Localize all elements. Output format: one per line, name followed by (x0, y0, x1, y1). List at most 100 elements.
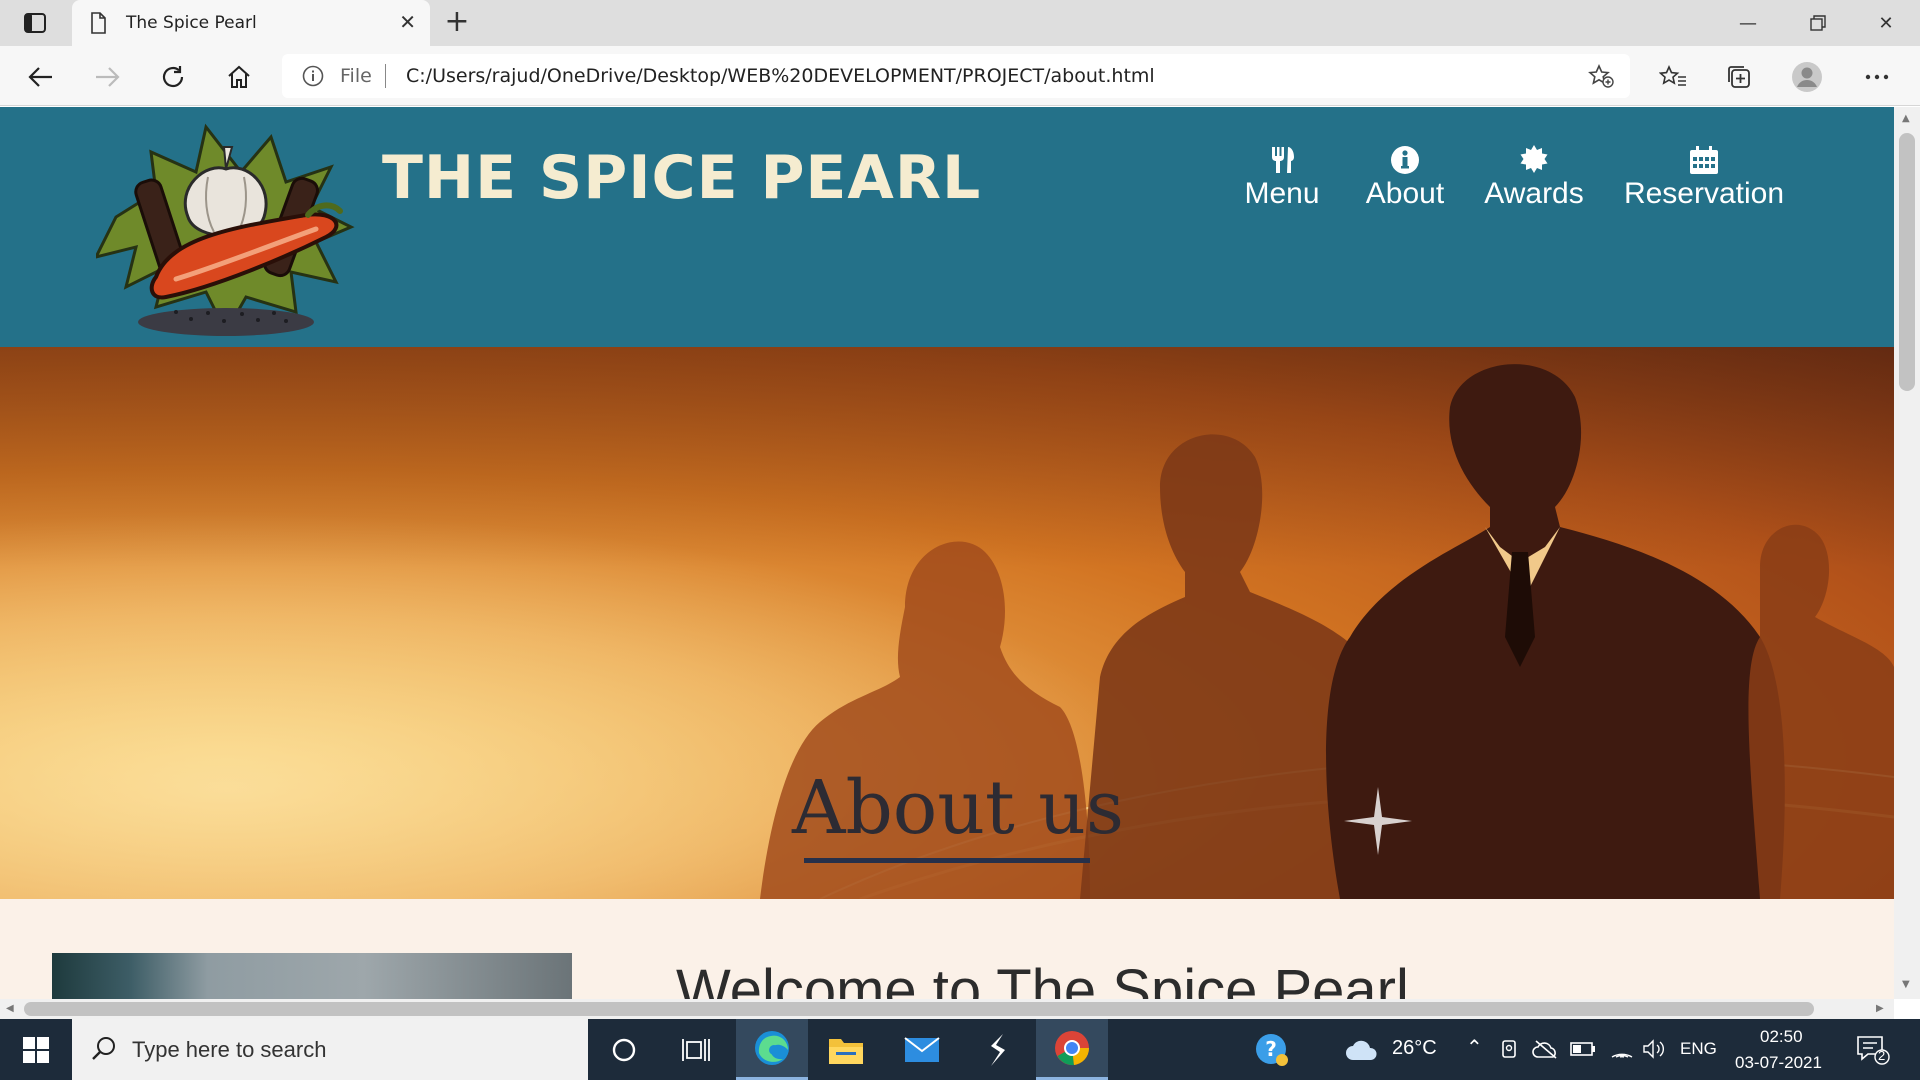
favorites-button[interactable] (1656, 60, 1690, 94)
chrome-icon (1055, 1031, 1090, 1066)
spice-logo[interactable] (96, 107, 356, 339)
forward-button[interactable] (90, 60, 124, 94)
home-button[interactable] (222, 60, 256, 94)
onedrive-icon[interactable] (1532, 1039, 1560, 1059)
cortana-icon (612, 1038, 636, 1061)
vertical-scroll-thumb[interactable] (1899, 133, 1915, 391)
nav-label-menu: Menu (1244, 177, 1320, 210)
scroll-down-arrow-icon[interactable]: ▼ (1902, 979, 1910, 990)
utensils-icon (1272, 147, 1294, 173)
calendar-icon (1690, 146, 1718, 174)
svg-text:?: ? (1265, 1037, 1277, 1061)
more-icon (1865, 74, 1889, 80)
clock-time[interactable]: 02:50 (1760, 1027, 1803, 1047)
address-bar[interactable]: File C:/Users/rajud/OneDrive/Desktop/WEB… (282, 54, 1630, 98)
tab-actions-button[interactable] (14, 8, 56, 38)
start-button[interactable] (0, 1019, 72, 1080)
back-arrow-icon (28, 67, 52, 87)
browser-toolbar: File C:/Users/rajud/OneDrive/Desktop/WEB… (0, 46, 1920, 106)
new-tab-button[interactable]: + (442, 7, 472, 38)
clock-date[interactable]: 03-07-2021 (1735, 1053, 1822, 1073)
windows-taskbar: Type here to search ? 26°C ⌃ ENG 02:50 0… (0, 1019, 1920, 1080)
mail-button[interactable] (886, 1019, 958, 1080)
refresh-button[interactable] (156, 60, 190, 94)
nav-menu[interactable]: Menu (1238, 143, 1326, 211)
sublime-icon (991, 1033, 1005, 1066)
restore-icon (1810, 15, 1826, 31)
weather-widget[interactable] (1342, 1019, 1382, 1080)
task-view-icon (682, 1038, 710, 1061)
close-tab-icon[interactable]: ✕ (399, 12, 416, 32)
windows-logo-icon (23, 1036, 49, 1063)
page-icon (91, 12, 106, 34)
nav-label-about: About (1365, 177, 1445, 210)
nav-label-reservation: Reservation (1623, 177, 1785, 210)
help-button[interactable]: ? (1252, 1019, 1292, 1080)
show-hidden-icons-icon[interactable]: ⌃ (1466, 1035, 1483, 1060)
settings-more-button[interactable] (1860, 60, 1894, 94)
vertical-scrollbar[interactable]: ▲ ▼ (1894, 107, 1920, 999)
volume-icon[interactable] (1642, 1039, 1666, 1059)
profile-button[interactable] (1790, 60, 1824, 94)
forward-arrow-icon (96, 67, 120, 87)
collections-button[interactable] (1722, 60, 1756, 94)
tab-title: The Spice Pearl (126, 13, 257, 33)
search-icon (92, 1037, 115, 1060)
nav-label-awards: Awards (1484, 177, 1584, 210)
folder-icon (829, 1038, 863, 1064)
site-brand[interactable]: THE SPICE PEARL (382, 143, 981, 213)
chrome-taskbar-button[interactable] (1036, 1019, 1108, 1080)
nav-reservation[interactable]: Reservation (1622, 143, 1786, 211)
tab-bar: The Spice Pearl ✕ + — ✕ (0, 0, 1920, 46)
active-tab[interactable]: The Spice Pearl ✕ (72, 0, 430, 46)
task-view-button[interactable] (660, 1019, 732, 1080)
help-icon: ? (1256, 1033, 1288, 1066)
taskbar-search[interactable]: Type here to search (72, 1019, 588, 1080)
horizontal-scrollbar[interactable]: ◀ ▶ (0, 999, 1894, 1019)
close-window-button[interactable]: ✕ (1856, 8, 1916, 38)
address-separator (385, 64, 386, 88)
meet-now-icon[interactable] (1500, 1039, 1520, 1059)
info-circle-icon (1391, 146, 1419, 174)
edge-taskbar-button[interactable] (736, 1019, 808, 1080)
sublime-button[interactable] (962, 1019, 1034, 1080)
search-placeholder: Type here to search (132, 1037, 327, 1062)
horizontal-scroll-thumb[interactable] (24, 1002, 1814, 1016)
wifi-icon[interactable] (1610, 1039, 1634, 1059)
avatar-icon (1792, 62, 1822, 92)
site-header: THE SPICE PEARL Menu About Awards Reserv… (0, 107, 1894, 347)
home-icon (228, 65, 250, 88)
file-explorer-button[interactable] (810, 1019, 882, 1080)
nav-awards[interactable]: Awards (1484, 143, 1584, 211)
back-button[interactable] (24, 60, 58, 94)
battery-icon[interactable] (1570, 1041, 1596, 1057)
hero-title: About us (792, 765, 1124, 851)
refresh-icon (162, 66, 184, 88)
scroll-up-arrow-icon[interactable]: ▲ (1902, 113, 1910, 124)
collections-icon (1728, 66, 1750, 88)
add-favorite-icon[interactable] (1588, 64, 1614, 88)
cortana-button[interactable] (588, 1019, 660, 1080)
nav-about[interactable]: About (1358, 143, 1452, 211)
hero-title-underline (804, 858, 1090, 863)
page-viewport: THE SPICE PEARL Menu About Awards Reserv… (0, 107, 1894, 999)
welcome-heading: Welcome to The Spice Pearl (676, 958, 1409, 999)
minimize-button[interactable]: — (1718, 8, 1778, 38)
info-icon[interactable] (302, 65, 324, 87)
hero-banner: About us (0, 347, 1894, 899)
about-photo (52, 953, 572, 999)
cloud-icon (1346, 1040, 1377, 1060)
address-scheme-label: File (340, 65, 372, 87)
weather-temp[interactable]: 26°C (1392, 1037, 1437, 1060)
url-text[interactable]: C:/Users/rajud/OneDrive/Desktop/WEB%20DE… (406, 65, 1155, 87)
notification-count: 2 (1878, 1048, 1886, 1063)
certificate-icon (1520, 145, 1548, 173)
scroll-left-arrow-icon[interactable]: ◀ (6, 1003, 14, 1014)
language-indicator[interactable]: ENG (1680, 1039, 1717, 1059)
mail-icon (904, 1036, 940, 1062)
scroll-right-arrow-icon[interactable]: ▶ (1876, 1003, 1884, 1014)
edge-icon (755, 1031, 789, 1065)
restore-button[interactable] (1788, 8, 1848, 38)
tab-actions-icon (24, 13, 46, 33)
favorites-icon (1659, 65, 1686, 86)
